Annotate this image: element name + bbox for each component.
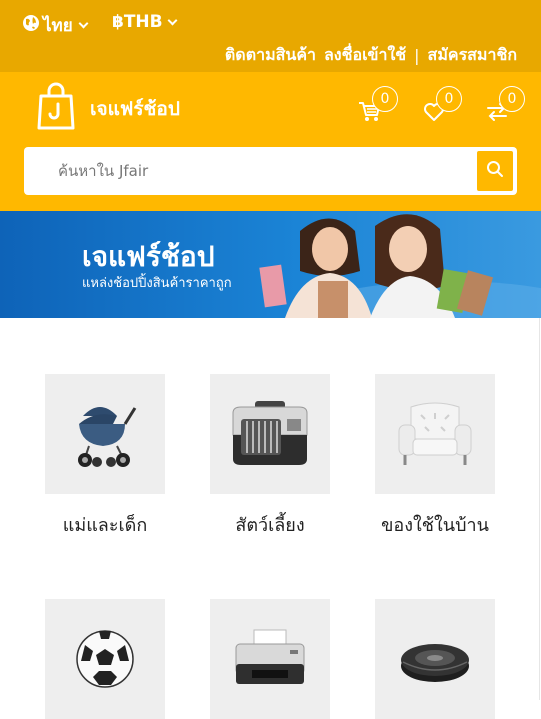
brand-name: เจแฟร์ช้อป [90,98,180,120]
language-selector[interactable]: ไทย [22,12,89,39]
globe-icon [22,14,40,37]
search-input[interactable] [58,159,458,183]
category-label: ของใช้ในบ้าน [381,515,489,536]
shopping-bag-logo-icon [36,82,76,136]
currency-label: ฿THB [112,12,163,32]
robot-vacuum-icon [375,599,495,719]
link-separator: | [414,46,420,65]
compare-button[interactable]: 0 [485,86,525,126]
account-links: ติดตามสินค้า ลงชื่อเข้าใช้ | สมัครสมาชิก [225,43,517,68]
category-item[interactable] [210,599,330,719]
pet-carrier-icon [210,374,330,494]
category-item[interactable] [375,599,495,719]
language-label: ไทย [43,16,73,36]
cart-count-badge: 0 [372,86,398,112]
soccer-ball-icon [45,599,165,719]
category-item[interactable]: ของใช้ในบ้าน [375,374,495,539]
search-icon [486,160,504,182]
promo-banner[interactable]: เจแฟร์ช้อป แหล่งช้อปปิ้งสินค้าราคาถูก [0,211,541,318]
wishlist-button[interactable]: 0 [422,86,462,126]
track-order-link[interactable]: ติดตามสินค้า [225,43,316,68]
top-bar: ไทย ฿THB ติดตามสินค้า ลงชื่อเข้าใช้ | สม… [0,0,541,72]
stroller-icon [45,374,165,494]
brand-logo[interactable]: เจแฟร์ช้อป [36,82,180,136]
banner-subtitle: แหล่งช้อปปิ้งสินค้าราคาถูก [82,276,232,291]
chevron-down-icon [78,18,89,29]
printer-icon [210,599,330,719]
header: เจแฟร์ช้อป 0 0 0 [0,72,541,211]
register-link[interactable]: สมัครสมาชิก [428,43,517,68]
compare-count-badge: 0 [499,86,525,112]
search-button[interactable] [477,151,513,191]
category-label: แม่และเด็ก [62,515,148,536]
search-bar [24,147,517,195]
login-link[interactable]: ลงชื่อเข้าใช้ [324,43,406,68]
wishlist-count-badge: 0 [436,86,462,112]
category-item[interactable]: สัตว์เลี้ยง [210,374,330,539]
currency-selector[interactable]: ฿THB [112,12,178,32]
page-edge-divider [539,318,540,700]
chevron-down-icon [167,15,178,25]
armchair-icon [375,374,495,494]
cart-button[interactable]: 0 [358,86,398,126]
category-item[interactable] [45,599,165,719]
category-label: สัตว์เลี้ยง [235,515,305,536]
category-item[interactable]: แม่และเด็ก [45,374,165,539]
